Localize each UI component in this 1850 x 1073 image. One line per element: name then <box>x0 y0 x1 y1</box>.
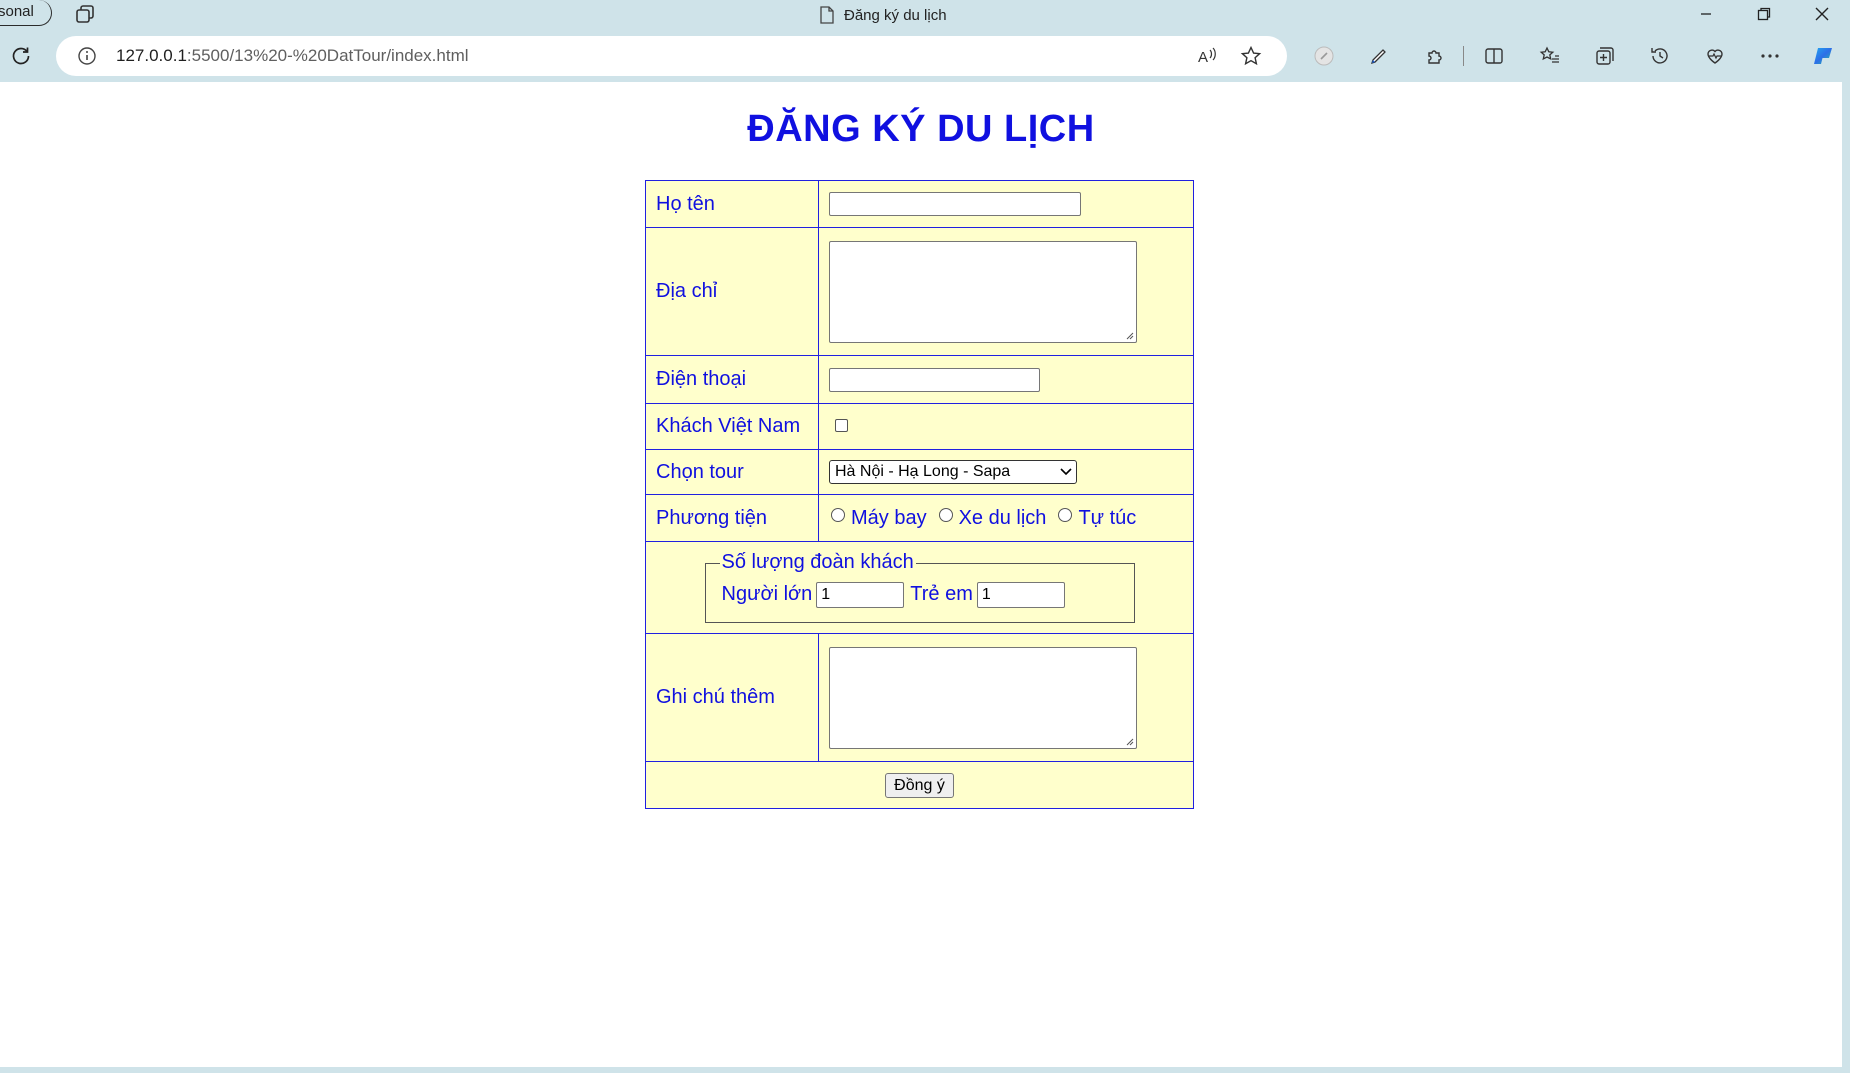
restore-icon[interactable] <box>1736 0 1792 28</box>
name-input[interactable] <box>829 192 1081 216</box>
row-phone: Điện thoại <box>645 355 1194 404</box>
address-bar[interactable]: 127.0.0.1:5500/13%20-%20DatTour/index.ht… <box>56 36 1287 76</box>
page-title: ĐĂNG KÝ DU LỊCH <box>747 108 1095 150</box>
row-vietnamese: Khách Việt Nam <box>645 403 1194 450</box>
registration-form: Họ tên Địa chỉ Điện thoại Khách Việt Nam <box>645 180 1194 809</box>
submit-cell: Đồng ý <box>645 761 1194 809</box>
resize-grip-icon[interactable] <box>1124 330 1134 340</box>
tour-select[interactable]: Hà Nội - Hạ Long - Sapa <box>829 460 1077 484</box>
address-cell <box>818 227 1194 356</box>
adults-label: Người lớn <box>721 583 813 605</box>
group-fieldset: Số lượng đoàn khách Người lớn 1 Trẻ em 1 <box>704 550 1135 623</box>
favorites-icon[interactable] <box>1537 43 1563 69</box>
profile-button[interactable]: sonal <box>0 0 52 26</box>
name-cell <box>818 180 1194 228</box>
read-aloud-icon[interactable]: A <box>1194 43 1220 69</box>
chevron-down-icon <box>1060 468 1072 476</box>
tour-cell: Hà Nội - Hạ Long - Sapa <box>818 449 1194 495</box>
toolbar-divider <box>1463 46 1464 66</box>
active-tab[interactable]: Đăng ký du lịch <box>820 4 947 26</box>
copilot-compose-icon[interactable] <box>1311 43 1337 69</box>
row-address: Địa chỉ <box>645 227 1194 356</box>
group-cell: Số lượng đoàn khách Người lớn 1 Trẻ em 1 <box>645 541 1194 634</box>
page-viewport: ĐĂNG KÝ DU LỊCH Họ tên Địa chỉ Điện thoạ… <box>0 82 1842 1067</box>
refresh-icon[interactable] <box>8 43 34 69</box>
children-label: Trẻ em <box>910 583 973 605</box>
favorite-star-icon[interactable] <box>1238 43 1264 69</box>
row-tour: Chọn tour Hà Nội - Hạ Long - Sapa <box>645 449 1194 495</box>
more-options-icon[interactable] <box>1757 43 1783 69</box>
group-legend: Số lượng đoàn khách <box>719 550 916 573</box>
minimize-icon[interactable] <box>1678 0 1734 28</box>
copilot-icon[interactable] <box>1810 43 1836 69</box>
transport-cell: Máy bay Xe du lịch Tự túc <box>818 494 1194 542</box>
row-group: Số lượng đoàn khách Người lớn 1 Trẻ em 1 <box>645 541 1194 634</box>
phone-cell <box>818 355 1194 404</box>
transport-radio-plane[interactable] <box>831 507 845 522</box>
address-label: Địa chỉ <box>645 227 819 356</box>
tab-actions-icon[interactable] <box>74 3 98 25</box>
notes-cell <box>818 633 1194 762</box>
browser-toolbar: 127.0.0.1:5500/13%20-%20DatTour/index.ht… <box>0 30 1850 82</box>
tab-title: Đăng ký du lịch <box>844 6 947 24</box>
transport-option-self: Tự túc <box>1078 506 1137 529</box>
history-icon[interactable] <box>1647 43 1673 69</box>
submit-button[interactable]: Đồng ý <box>885 772 954 798</box>
group-inputs: Người lớn 1 Trẻ em 1 <box>721 581 1065 608</box>
name-label: Họ tên <box>645 180 819 228</box>
close-icon[interactable] <box>1794 0 1850 28</box>
window-bottom-edge <box>0 1067 1850 1073</box>
tour-label: Chọn tour <box>645 449 819 495</box>
notes-textarea[interactable] <box>829 646 1137 749</box>
pen-icon[interactable] <box>1366 43 1392 69</box>
transport-option-plane: Máy bay <box>851 506 927 529</box>
extensions-icon[interactable] <box>1422 43 1448 69</box>
vietnamese-cell <box>818 403 1194 450</box>
address-textarea[interactable] <box>829 240 1137 343</box>
svg-text:A: A <box>1198 49 1208 66</box>
split-screen-icon[interactable] <box>1481 43 1507 69</box>
transport-radio-bus[interactable] <box>938 507 953 522</box>
transport-radio-self[interactable] <box>1058 507 1073 522</box>
browser-title-bar: sonal Đăng ký du lịch <box>0 0 1850 30</box>
phone-label: Điện thoại <box>645 355 819 404</box>
collections-icon[interactable] <box>1592 43 1618 69</box>
page-icon <box>820 6 834 24</box>
resize-grip-icon[interactable] <box>1124 736 1134 746</box>
window-right-edge <box>1842 82 1850 1073</box>
row-notes: Ghi chú thêm <box>645 633 1194 762</box>
transport-option-bus: Xe du lịch <box>958 506 1047 529</box>
children-input[interactable]: 1 <box>976 581 1065 608</box>
vietnamese-checkbox[interactable] <box>835 419 848 432</box>
tour-selected-value: Hà Nội - Hạ Long - Sapa <box>835 463 1011 480</box>
notes-label: Ghi chú thêm <box>645 633 819 762</box>
row-name: Họ tên <box>645 180 1194 228</box>
url-text[interactable]: 127.0.0.1:5500/13%20-%20DatTour/index.ht… <box>116 36 469 76</box>
site-info-icon[interactable] <box>74 43 100 69</box>
transport-label: Phương tiện <box>645 494 819 542</box>
row-transport: Phương tiện Máy bay Xe du lịch Tự túc <box>645 494 1194 542</box>
row-submit: Đồng ý <box>645 761 1194 809</box>
performance-icon[interactable] <box>1702 43 1728 69</box>
phone-input[interactable] <box>829 367 1040 392</box>
vietnamese-label: Khách Việt Nam <box>645 403 819 450</box>
adults-input[interactable]: 1 <box>816 581 905 608</box>
